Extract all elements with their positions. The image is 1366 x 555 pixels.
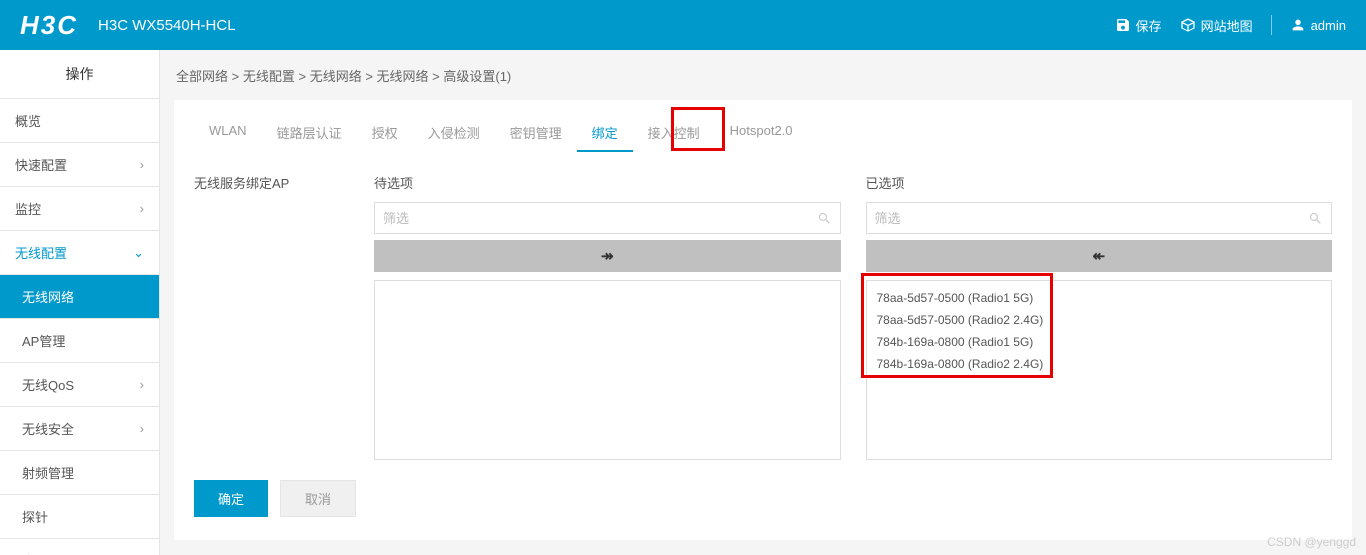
selected-filter-input[interactable]	[875, 211, 1302, 226]
user-label: admin	[1311, 18, 1346, 33]
sidebar-sub-无线网络[interactable]: 无线网络	[0, 275, 159, 319]
chevron-down-icon: ⌄	[133, 245, 144, 261]
app-header: H3C H3C WX5540H-HCL 保存 网站地图 admin	[0, 0, 1366, 50]
cube-icon	[1180, 17, 1196, 33]
candidates-filter-input[interactable]	[383, 211, 810, 226]
tab-链路层认证[interactable]: 链路层认证	[262, 115, 357, 152]
candidates-title: 待选项	[374, 173, 841, 192]
sidebar-item-label: 监控	[15, 199, 41, 218]
sidebar-sub-应用[interactable]: 应用	[0, 539, 159, 555]
sidebar: 操作 概览快速配置 › 监控 › 无线配置 ⌄ 无线网络 AP管理无线QoS › 无线安全 › 射频管…	[0, 50, 160, 555]
sidebar-item-快速配置[interactable]: 快速配置 ›	[0, 143, 159, 187]
chevron-right-icon: ›	[140, 377, 144, 392]
tab-接入控制[interactable]: 接入控制	[633, 115, 715, 152]
main-content: 全部网络 > 无线配置 > 无线网络 > 无线网络 > 高级设置(1) WLAN…	[160, 50, 1366, 555]
sidebar-item-概览[interactable]: 概览	[0, 99, 159, 143]
sitemap-button[interactable]: 网站地图	[1180, 16, 1253, 35]
sidebar-item-无线配置[interactable]: 无线配置 ⌄	[0, 231, 159, 275]
dual-list: 待选项 ↠ 已选项	[374, 173, 1332, 460]
sidebar-item-label: 快速配置	[15, 155, 67, 174]
save-label: 保存	[1136, 16, 1162, 35]
save-icon	[1115, 17, 1131, 33]
sidebar-sub-AP管理[interactable]: AP管理	[0, 319, 159, 363]
sidebar-sub-无线安全[interactable]: 无线安全 ›	[0, 407, 159, 451]
tab-绑定[interactable]: 绑定	[577, 115, 633, 152]
sidebar-sub-label: AP管理	[22, 331, 65, 350]
sidebar-sub-射频管理[interactable]: 射频管理	[0, 451, 159, 495]
sidebar-sub-无线QoS[interactable]: 无线QoS ›	[0, 363, 159, 407]
sidebar-item-label: 无线配置	[15, 243, 67, 262]
sidebar-title: 操作	[0, 50, 159, 99]
watermark: CSDN @yenggd	[1267, 535, 1356, 549]
binding-section: 无线服务绑定AP 待选项 ↠ 已选项	[174, 153, 1352, 460]
list-item[interactable]: 784b-169a-0800 (Radio1 5G)	[867, 331, 1332, 353]
selected-list[interactable]: 78aa-5d57-0500 (Radio1 5G)78aa-5d57-0500…	[866, 280, 1333, 460]
sidebar-sub-label: 无线QoS	[22, 375, 74, 394]
selected-filter[interactable]	[866, 202, 1333, 234]
user-icon	[1290, 17, 1306, 33]
sidebar-sub-探针[interactable]: 探针	[0, 495, 159, 539]
tab-WLAN[interactable]: WLAN	[194, 115, 262, 152]
binding-label: 无线服务绑定AP	[194, 173, 374, 460]
chevron-right-icon: ›	[140, 201, 144, 216]
candidates-column: 待选项 ↠	[374, 173, 841, 460]
tabs-bar: WLAN链路层认证授权入侵检测密钥管理绑定接入控制Hotspot2.0	[174, 115, 1352, 153]
chevron-right-icon: ›	[140, 157, 144, 172]
sitemap-label: 网站地图	[1201, 16, 1253, 35]
logo: H3C	[20, 10, 78, 41]
search-icon	[1308, 211, 1323, 226]
product-title: H3C WX5540H-HCL	[98, 17, 236, 34]
move-right-button[interactable]: ↠	[374, 240, 841, 272]
selected-title: 已选项	[866, 173, 1333, 192]
user-menu[interactable]: admin	[1290, 17, 1346, 33]
sidebar-sub-label: 探针	[22, 507, 48, 526]
breadcrumb-link[interactable]: 高级设置(1)	[443, 69, 511, 84]
list-item[interactable]: 784b-169a-0800 (Radio2 2.4G)	[867, 353, 1332, 375]
ok-button[interactable]: 确定	[194, 480, 268, 517]
move-left-button[interactable]: ↞	[866, 240, 1333, 272]
breadcrumb: 全部网络 > 无线配置 > 无线网络 > 无线网络 > 高级设置(1)	[160, 50, 1366, 95]
cancel-button[interactable]: 取消	[280, 480, 356, 517]
tab-密钥管理[interactable]: 密钥管理	[495, 115, 577, 152]
sidebar-sub-label: 无线网络	[22, 287, 74, 306]
sidebar-sub-label: 射频管理	[22, 463, 74, 482]
tab-授权[interactable]: 授权	[357, 115, 413, 152]
tab-Hotspot2.0[interactable]: Hotspot2.0	[715, 115, 808, 152]
action-bar: 确定 取消	[174, 460, 1352, 537]
breadcrumb-link[interactable]: 无线网络	[310, 69, 362, 84]
search-icon	[817, 211, 832, 226]
candidates-list[interactable]	[374, 280, 841, 460]
list-item[interactable]: 78aa-5d57-0500 (Radio1 5G)	[867, 287, 1332, 309]
breadcrumb-link[interactable]: 无线网络	[377, 69, 429, 84]
tab-入侵检测[interactable]: 入侵检测	[413, 115, 495, 152]
content-panel: WLAN链路层认证授权入侵检测密钥管理绑定接入控制Hotspot2.0 无线服务…	[174, 100, 1352, 540]
chevron-right-icon: ›	[140, 421, 144, 436]
selected-column: 已选项 ↞ 78aa-5d57-0500 (Radio1 5G)78aa-5d5…	[866, 173, 1333, 460]
breadcrumb-link[interactable]: 无线配置	[243, 69, 295, 84]
list-item[interactable]: 78aa-5d57-0500 (Radio2 2.4G)	[867, 309, 1332, 331]
sidebar-sub-label: 应用	[22, 551, 48, 555]
sidebar-sub-label: 无线安全	[22, 419, 74, 438]
breadcrumb-link[interactable]: 全部网络	[176, 69, 228, 84]
sidebar-item-监控[interactable]: 监控 ›	[0, 187, 159, 231]
header-actions: 保存 网站地图 admin	[1115, 15, 1346, 35]
save-button[interactable]: 保存	[1115, 16, 1162, 35]
divider	[1271, 15, 1272, 35]
candidates-filter[interactable]	[374, 202, 841, 234]
